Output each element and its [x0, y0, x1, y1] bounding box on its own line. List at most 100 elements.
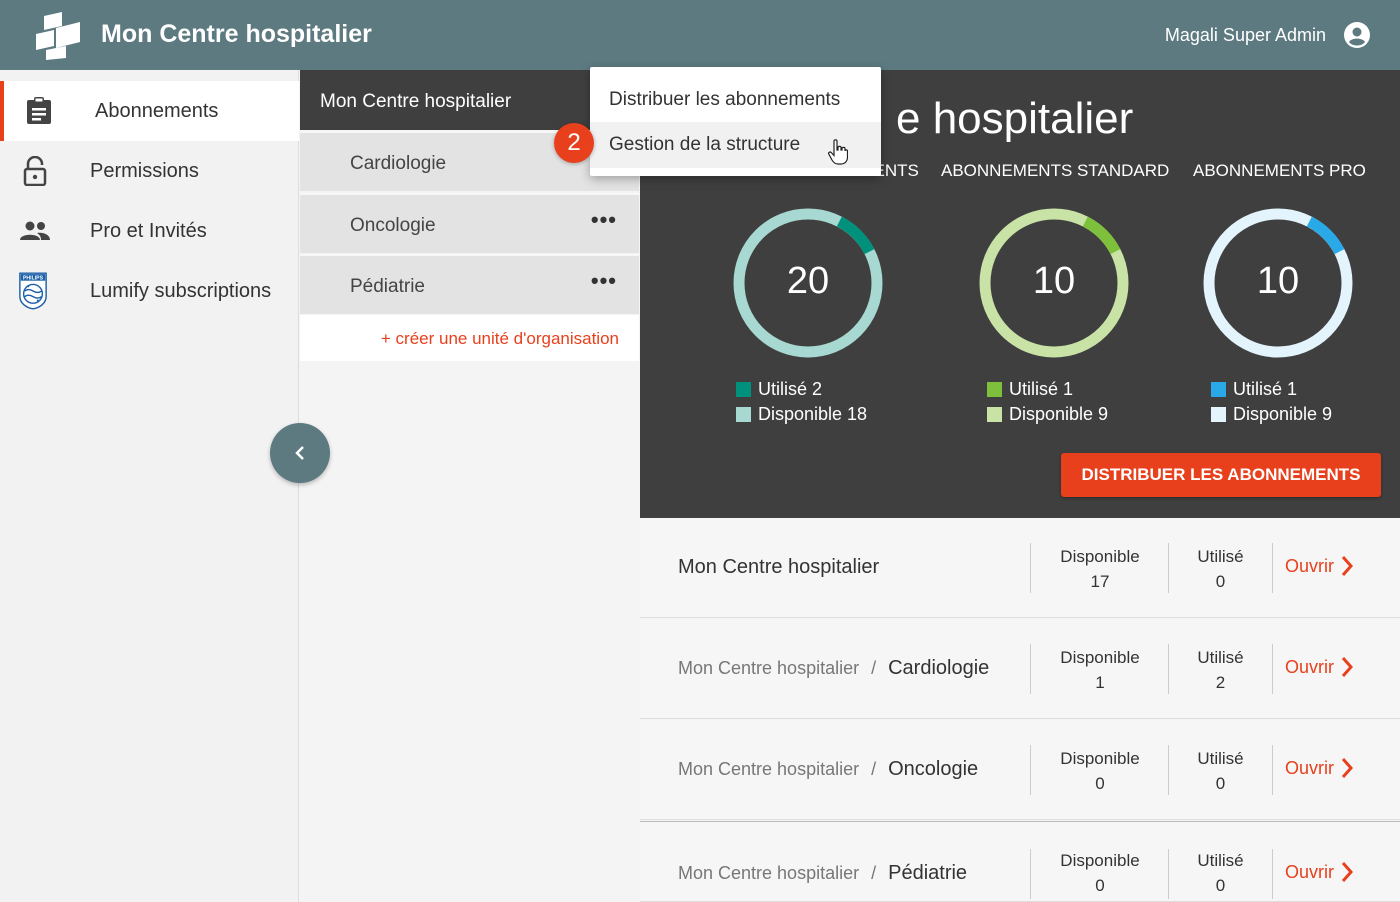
row-unit-name: Cardiologie [888, 657, 990, 679]
chevron-right-icon [1341, 556, 1354, 576]
app-logo-icon[interactable] [36, 12, 82, 60]
divider [1168, 644, 1169, 694]
chevron-right-icon [1341, 758, 1354, 778]
donut-total-all: 20 [786, 260, 830, 302]
menu-item-distribute[interactable]: Distribuer les abonnements [590, 77, 881, 123]
breadcrumb-separator: / [871, 863, 877, 883]
available-label: Disponible [1060, 547, 1140, 566]
available-label: Disponible [1060, 851, 1140, 870]
lock-icon [20, 156, 50, 186]
used-stat: Utilisé 0 [1180, 848, 1261, 898]
divider [1272, 849, 1273, 899]
row-unit-name: Pédiatrie [888, 862, 968, 884]
divider [1030, 745, 1031, 795]
philips-logo-icon: PHILIPS [18, 272, 48, 310]
chevron-right-icon [1341, 657, 1354, 677]
org-panel-header[interactable]: Mon Centre hospitalier [300, 70, 639, 130]
open-link[interactable]: Ouvrir [1285, 554, 1354, 578]
used-value: 0 [1215, 572, 1226, 591]
breadcrumb-separator: / [871, 658, 877, 678]
open-link[interactable]: Ouvrir [1285, 655, 1354, 679]
available-stat: Disponible 1 [1040, 645, 1160, 695]
legend-label: Disponible 9 [1233, 404, 1333, 424]
legend-swatch [736, 382, 751, 397]
sidebar-item-permissions[interactable]: Permissions [0, 141, 299, 201]
divider [1272, 644, 1273, 694]
donut-total-pro: 10 [1256, 260, 1300, 302]
column-header-standard: ABONNEMENTS STANDARD [941, 161, 1170, 180]
sidebar-item-pro-invites[interactable]: Pro et Invités [0, 201, 299, 261]
more-options-icon[interactable]: ••• [591, 207, 617, 233]
step-badge: 2 [554, 123, 594, 163]
org-unit-label: Pédiatrie [350, 276, 425, 297]
divider [1168, 543, 1169, 593]
row-name: Mon Centre hospitalier / Cardiologie [678, 657, 989, 680]
available-value: 0 [1095, 774, 1105, 793]
available-value: 0 [1095, 876, 1105, 895]
divider [1030, 644, 1031, 694]
legend-swatch [987, 407, 1002, 422]
open-label: Ouvrir [1285, 757, 1334, 778]
legend-available-standard: Disponible 9 [987, 404, 1108, 425]
distribute-subscriptions-button[interactable]: DISTRIBUER LES ABONNEMENTS [1061, 453, 1381, 497]
sidebar: Abonnements Permissions Pro et Invités P… [0, 70, 299, 902]
user-name[interactable]: Magali Super Admin [1165, 25, 1326, 46]
org-panel-title: Mon Centre hospitalier [320, 91, 512, 112]
breadcrumb-parent[interactable]: Mon Centre hospitalier [678, 759, 859, 779]
donut-total-standard: 10 [1032, 260, 1076, 302]
open-label: Ouvrir [1285, 861, 1334, 882]
breadcrumb-parent[interactable]: Mon Centre hospitalier [678, 863, 859, 883]
sidebar-item-abonnements[interactable]: Abonnements [0, 81, 299, 141]
table-row: Mon Centre hospitalier / Cardiologie Dispo… [640, 619, 1400, 719]
divider [1168, 849, 1169, 899]
divider [1272, 745, 1273, 795]
legend-swatch [736, 407, 751, 422]
collapse-sidebar-button[interactable] [270, 423, 330, 483]
legend-swatch [1211, 382, 1226, 397]
used-stat: Utilisé 0 [1180, 544, 1261, 594]
legend-label: Utilisé 1 [1233, 379, 1298, 399]
legend-used-pro: Utilisé 1 [1211, 379, 1297, 400]
available-value: 17 [1090, 572, 1110, 591]
people-icon [20, 216, 50, 246]
open-label: Ouvrir [1285, 555, 1334, 576]
used-label: Utilisé [1197, 648, 1244, 667]
org-unit-pediatrie[interactable]: Pédiatrie ••• [300, 254, 639, 314]
used-value: 0 [1215, 774, 1226, 793]
available-stat: Disponible 0 [1040, 848, 1160, 898]
used-value: 0 [1215, 876, 1226, 895]
org-unit-label: Cardiologie [350, 153, 447, 174]
create-org-unit-row: + créer une unité d'organisation [300, 315, 639, 361]
dashboard-title: e hospitalier [896, 94, 1134, 143]
available-value: 1 [1095, 673, 1105, 692]
open-link[interactable]: Ouvrir [1285, 860, 1354, 884]
account-circle-icon[interactable] [1344, 22, 1370, 48]
top-bar: Mon Centre hospitalier Magali Super Admi… [0, 0, 1400, 70]
used-label: Utilisé [1197, 851, 1244, 870]
available-label: Disponible [1060, 749, 1140, 768]
used-label: Utilisé [1197, 749, 1244, 768]
table-row: Mon Centre hospitalier / Pédiatrie Disponi… [640, 821, 1400, 902]
legend-swatch [987, 382, 1002, 397]
used-stat: Utilisé 2 [1180, 645, 1261, 695]
more-options-icon[interactable]: ••• [591, 268, 617, 294]
sidebar-item-label: Permissions [90, 159, 199, 182]
row-unit-name: Mon Centre hospitalier [678, 556, 880, 578]
hand-pointer-icon [828, 139, 848, 165]
app-title[interactable]: Mon Centre hospitalier [101, 20, 372, 49]
used-value: 2 [1215, 673, 1226, 692]
org-unit-oncologie[interactable]: Oncologie ••• [300, 193, 639, 253]
breadcrumb-parent[interactable]: Mon Centre hospitalier [678, 658, 859, 678]
available-stat: Disponible 17 [1040, 544, 1160, 594]
divider [1030, 849, 1031, 899]
open-link[interactable]: Ouvrir [1285, 756, 1354, 780]
org-unit-label: Oncologie [350, 215, 436, 236]
divider [1272, 543, 1273, 593]
used-stat: Utilisé 0 [1180, 746, 1261, 796]
sidebar-item-lumify[interactable]: PHILIPS Lumify subscriptions [0, 261, 299, 321]
legend-used-standard: Utilisé 1 [987, 379, 1073, 400]
sidebar-item-label: Abonnements [95, 99, 219, 122]
create-org-unit-link[interactable]: + créer une unité d'organisation [381, 329, 619, 349]
available-label: Disponible [1060, 648, 1140, 667]
available-stat: Disponible 0 [1040, 746, 1160, 796]
